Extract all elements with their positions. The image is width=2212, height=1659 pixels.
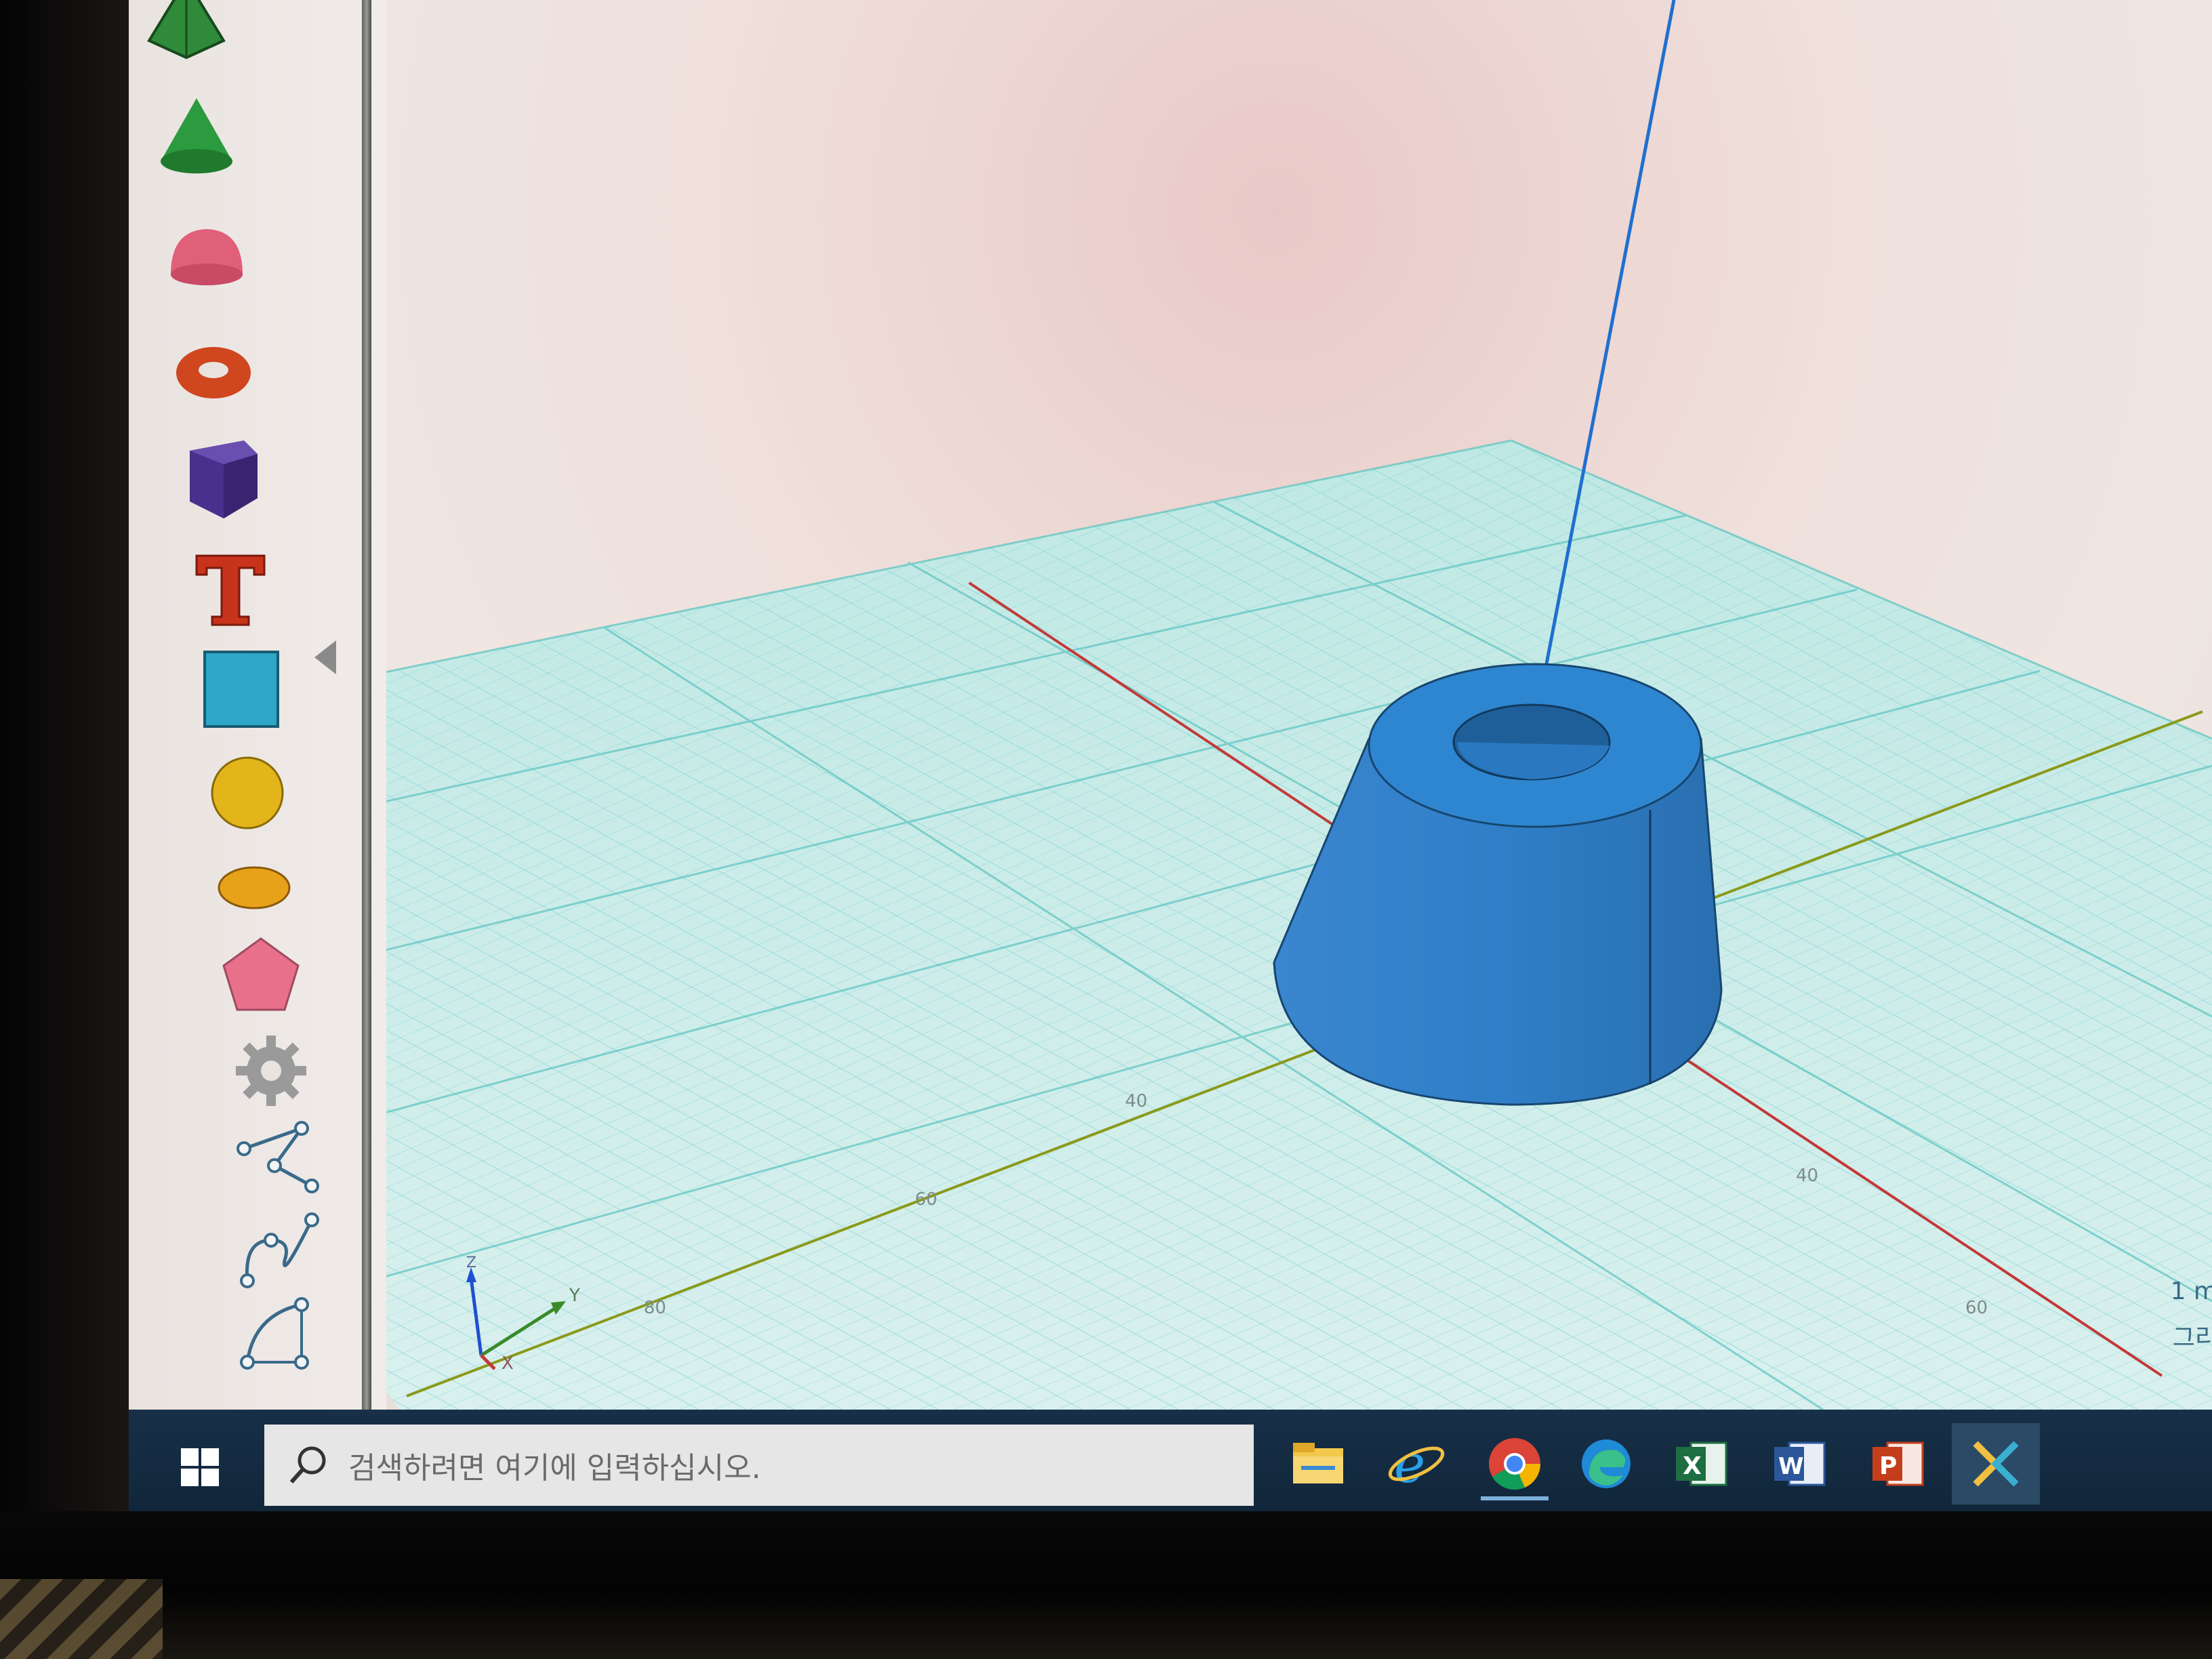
pyramid-icon [147, 0, 226, 60]
active-indicator [1481, 1496, 1549, 1500]
word-icon: W [1774, 1441, 1826, 1486]
square-icon [203, 651, 279, 728]
pentagon-icon [222, 937, 300, 1011]
square-tool[interactable] [190, 644, 291, 739]
toolbar-edge [362, 0, 371, 1410]
internet-explorer-icon: e [1388, 1434, 1445, 1494]
polyline-icon [237, 1121, 319, 1193]
taskbar-search-box[interactable]: 검색하려면 여기에 입력하십시오. [264, 1425, 1254, 1506]
torus-icon [176, 347, 251, 398]
taskbar-excel[interactable]: X [1657, 1423, 1745, 1504]
box-tool[interactable] [169, 434, 271, 529]
3d-viewport[interactable]: 40 60 80 40 60 Z Y X 1 m 그리 [129, 0, 2212, 1410]
file-explorer-icon [1293, 1443, 1343, 1483]
powerpoint-letter: P [1879, 1452, 1897, 1480]
monitor-bezel-bottom [0, 1511, 2212, 1659]
taskbar: 검색하려면 여기에 입력하십시오. e X W P [129, 1410, 2212, 1511]
circle-tool[interactable] [197, 745, 298, 840]
start-button[interactable] [149, 1430, 251, 1504]
spline-tool[interactable] [230, 1200, 332, 1294]
floor-tick-label: 40 [1125, 1091, 1148, 1111]
search-icon [289, 1446, 326, 1484]
monitor-bezel-left [0, 0, 149, 1659]
taskbar-edge[interactable] [1562, 1423, 1650, 1504]
pentagon-tool[interactable] [210, 928, 312, 1023]
edge-icon [1582, 1439, 1631, 1488]
pyramid-tool[interactable] [136, 0, 237, 68]
arc-icon [240, 1297, 309, 1370]
arc-tool[interactable] [234, 1288, 335, 1382]
z-axis-label: Z [466, 1254, 476, 1271]
grid-status-text: 그리 [2172, 1324, 2212, 1352]
text-tool[interactable] [180, 542, 281, 637]
floor-tick-label: 40 [1796, 1166, 1819, 1186]
taskbar-file-explorer[interactable] [1274, 1423, 1362, 1504]
screen: 40 60 80 40 60 Z Y X 1 m 그리 검색하려면 여기에 입력… [129, 0, 2212, 1511]
ellipse-icon [218, 866, 291, 909]
scale-status-text: 1 m [2170, 1277, 2212, 1305]
taskbar-powerpoint[interactable]: P [1853, 1423, 1942, 1504]
collapse-toolbar-arrow-icon[interactable] [312, 637, 339, 678]
y-axis-label: Y [569, 1286, 580, 1306]
half-sphere-tool[interactable] [156, 210, 258, 305]
torus-tool[interactable] [163, 325, 264, 420]
taskbar-chrome[interactable] [1471, 1423, 1559, 1504]
chrome-icon [1489, 1438, 1540, 1490]
half-sphere-icon [171, 229, 243, 285]
taskbar-active-app[interactable] [1952, 1423, 2040, 1504]
viewport-scene [325, 0, 2212, 1410]
polyline-tool[interactable] [227, 1111, 329, 1206]
word-letter: W [1778, 1453, 1804, 1480]
svg-text:e: e [1394, 1434, 1425, 1494]
box-icon [190, 441, 258, 518]
floor-tick-label: 80 [644, 1298, 667, 1318]
gear-icon [236, 1036, 306, 1106]
gear-tool[interactable] [220, 1023, 322, 1118]
cone-tool[interactable] [146, 88, 247, 183]
excel-icon: X [1676, 1441, 1727, 1486]
excel-letter: X [1683, 1452, 1702, 1480]
floor-tick-label: 60 [1965, 1298, 1988, 1318]
taskbar-word[interactable]: W [1755, 1423, 1843, 1504]
circle-icon [211, 756, 284, 830]
app-icon [1973, 1441, 2019, 1487]
windows-logo-icon [181, 1448, 219, 1486]
text-icon [195, 554, 266, 626]
spline-icon [240, 1212, 319, 1288]
taskbar-internet-explorer[interactable]: e [1372, 1423, 1460, 1504]
desk-surface [0, 1579, 163, 1659]
floor-tick-label: 60 [915, 1189, 938, 1210]
cone-icon [161, 98, 232, 173]
ellipse-tool[interactable] [203, 840, 305, 935]
x-axis-label: X [501, 1353, 514, 1374]
search-placeholder: 검색하려면 여기에 입력하십시오. [348, 1451, 761, 1486]
axis-gizmo: Z Y X [466, 1254, 580, 1374]
shape-toolbar [129, 0, 386, 1410]
powerpoint-icon: P [1872, 1441, 1924, 1486]
